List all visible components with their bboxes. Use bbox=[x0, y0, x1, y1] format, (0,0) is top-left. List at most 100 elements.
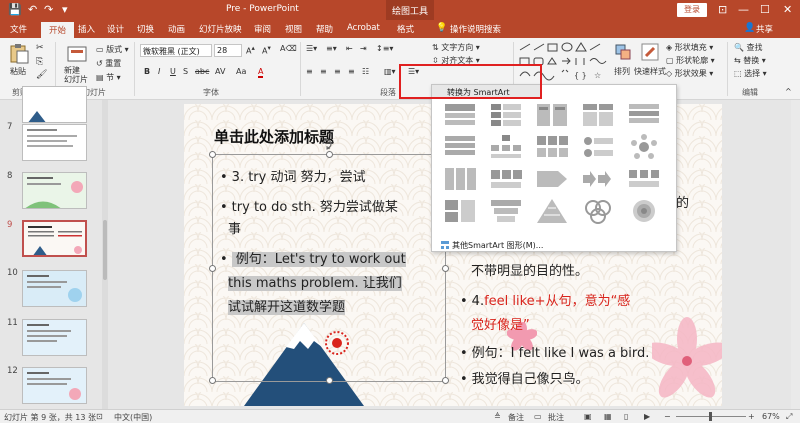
smartart-option-18[interactable] bbox=[534, 197, 570, 225]
tab-help[interactable]: 帮助 bbox=[316, 23, 333, 35]
numbering-icon[interactable]: ≡▾ bbox=[326, 44, 337, 53]
increase-indent-icon[interactable]: ⇥ bbox=[360, 44, 367, 53]
smartart-option-16[interactable] bbox=[442, 197, 478, 225]
close-button[interactable]: ✕ bbox=[783, 3, 792, 16]
smartart-option-14[interactable] bbox=[580, 165, 616, 193]
smartart-option-8[interactable] bbox=[534, 133, 570, 161]
undo-icon[interactable]: ↶ bbox=[28, 3, 37, 16]
vertical-scrollbar[interactable] bbox=[791, 100, 800, 409]
reading-view-icon[interactable]: ▯ bbox=[624, 412, 628, 421]
new-slide-button[interactable]: 新建 幻灯片 bbox=[64, 66, 88, 84]
zoom-level[interactable]: 67% bbox=[762, 412, 780, 421]
format-painter-icon[interactable]: 🖌 bbox=[36, 70, 47, 80]
resize-handle[interactable] bbox=[209, 265, 216, 272]
smartart-option-15[interactable] bbox=[626, 165, 662, 193]
font-size-select[interactable]: 28 bbox=[214, 44, 242, 57]
smartart-option-11[interactable] bbox=[442, 165, 478, 193]
smartart-option-9[interactable] bbox=[580, 133, 616, 161]
section-button[interactable]: ▤ 节 ▾ bbox=[96, 72, 121, 83]
columns-icon[interactable]: ▥▾ bbox=[384, 67, 396, 76]
tab-design[interactable]: 设计 bbox=[107, 23, 124, 35]
font-family-select[interactable]: 微软雅黑 (正文) bbox=[140, 44, 212, 57]
layout-button[interactable]: ▭ 版式 ▾ bbox=[96, 44, 129, 55]
resize-handle[interactable] bbox=[209, 151, 216, 158]
paste-icon[interactable] bbox=[8, 44, 30, 64]
shape-fill-button[interactable]: ◈ 形状填充 ▾ bbox=[666, 42, 713, 53]
smartart-option-6[interactable] bbox=[442, 133, 478, 161]
smartart-option-12[interactable] bbox=[488, 165, 524, 193]
text-direction-button[interactable]: ⇅ 文字方向 ▾ bbox=[432, 42, 480, 53]
clear-format-icon[interactable]: A⌫ bbox=[280, 44, 297, 53]
tab-review[interactable]: 审阅 bbox=[254, 23, 271, 35]
smartart-option-3[interactable] bbox=[534, 101, 570, 129]
smartart-option-2[interactable] bbox=[488, 101, 524, 129]
copy-icon[interactable]: ⎘ bbox=[36, 57, 43, 67]
share-button[interactable]: 共享 bbox=[756, 23, 773, 35]
smartart-option-13[interactable] bbox=[534, 165, 570, 193]
find-button[interactable]: 🔍 查找 bbox=[734, 42, 763, 53]
align-right-icon[interactable]: ≡ bbox=[334, 67, 341, 76]
tab-slideshow[interactable]: 幻灯片放映 bbox=[199, 23, 242, 35]
smartart-option-5[interactable] bbox=[626, 101, 662, 129]
zoom-slider-thumb[interactable] bbox=[709, 412, 712, 421]
slideshow-icon[interactable]: ▶ bbox=[644, 412, 650, 421]
char-spacing-button[interactable]: AV bbox=[215, 67, 225, 76]
bullets-icon[interactable]: ☰▾ bbox=[306, 44, 317, 53]
tab-view[interactable]: 视图 bbox=[285, 23, 302, 35]
smartart-option-4[interactable] bbox=[580, 101, 616, 129]
line-spacing-icon[interactable]: ↕≡▾ bbox=[376, 44, 393, 53]
shape-outline-button[interactable]: ▢ 形状轮廓 ▾ bbox=[666, 55, 715, 66]
minimize-button[interactable]: — bbox=[738, 3, 749, 16]
spell-check-icon[interactable]: ⊡ bbox=[96, 412, 103, 421]
notes-icon[interactable]: ≜ bbox=[494, 412, 501, 421]
paste-button[interactable]: 粘贴 bbox=[10, 66, 26, 77]
strikethrough-button[interactable]: abc bbox=[195, 67, 209, 76]
slide-thumbnail[interactable] bbox=[22, 124, 87, 161]
bold-button[interactable]: B bbox=[144, 67, 150, 76]
resize-handle[interactable] bbox=[326, 151, 333, 158]
zoom-out-button[interactable]: − bbox=[664, 412, 671, 421]
slide-thumbnail[interactable] bbox=[22, 319, 87, 356]
slide-thumbnail[interactable] bbox=[22, 172, 87, 209]
arrange-button[interactable]: 排列 bbox=[614, 66, 630, 77]
thumbnails-scrollbar[interactable] bbox=[102, 100, 108, 409]
fit-to-window-icon[interactable]: ⤢ bbox=[786, 412, 792, 422]
save-icon[interactable]: 💾 bbox=[8, 3, 22, 16]
notes-button[interactable]: 备注 bbox=[508, 412, 524, 423]
smartart-option-1[interactable] bbox=[442, 101, 478, 129]
cut-icon[interactable]: ✂ bbox=[36, 43, 44, 53]
customize-quick-access-icon[interactable]: ▾ bbox=[62, 3, 68, 16]
slide-thumbnail-selected[interactable] bbox=[22, 220, 87, 257]
font-color-button[interactable]: A bbox=[258, 67, 264, 78]
resize-handle[interactable] bbox=[209, 377, 216, 384]
slide-title[interactable]: 单击此处添加标题 bbox=[214, 126, 334, 147]
rotate-handle-icon[interactable] bbox=[321, 138, 333, 150]
grow-font-icon[interactable]: A▴ bbox=[246, 44, 255, 56]
slide-thumbnail[interactable] bbox=[22, 367, 87, 404]
align-center-icon[interactable]: ≡ bbox=[320, 67, 327, 76]
resize-handle[interactable] bbox=[442, 377, 449, 384]
smartart-option-17[interactable] bbox=[488, 197, 524, 225]
smartart-option-7[interactable] bbox=[488, 133, 524, 161]
justify-icon[interactable]: ≡ bbox=[348, 67, 355, 76]
tab-insert[interactable]: 插入 bbox=[78, 23, 95, 35]
normal-view-icon[interactable]: ▣ bbox=[584, 412, 592, 421]
shape-effects-button[interactable]: ◇ 形状效果 ▾ bbox=[666, 68, 713, 79]
tab-animations[interactable]: 动画 bbox=[168, 23, 185, 35]
comments-button[interactable]: 批注 bbox=[548, 412, 564, 423]
zoom-in-button[interactable]: + bbox=[748, 412, 755, 421]
tab-home[interactable]: 开始 bbox=[41, 22, 75, 38]
shadow-button[interactable]: S bbox=[183, 67, 188, 76]
underline-button[interactable]: U bbox=[170, 67, 176, 76]
shrink-font-icon[interactable]: A▾ bbox=[262, 44, 271, 56]
redo-icon[interactable]: ↷ bbox=[44, 3, 53, 16]
quick-styles-button[interactable]: 快速样式 bbox=[634, 66, 666, 77]
language-text[interactable]: 中文(中国) bbox=[114, 412, 152, 423]
select-button[interactable]: ⬚ 选择 ▾ bbox=[734, 68, 767, 79]
italic-button[interactable]: I bbox=[158, 67, 160, 76]
ribbon-display-options-icon[interactable]: ⊡ bbox=[718, 3, 727, 16]
login-button[interactable]: 登录 bbox=[677, 3, 707, 17]
tab-file[interactable]: 文件 bbox=[10, 23, 27, 35]
resize-handle[interactable] bbox=[326, 377, 333, 384]
smartart-option-10[interactable] bbox=[626, 133, 662, 161]
